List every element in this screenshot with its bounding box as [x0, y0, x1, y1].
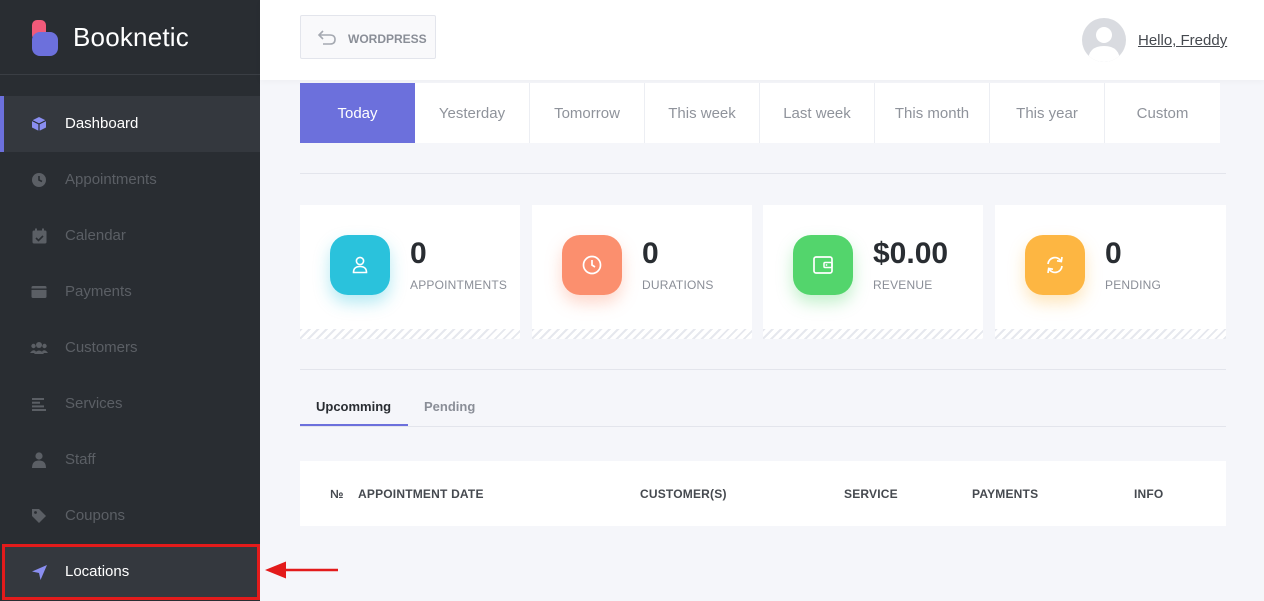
stat-value: 0	[410, 237, 427, 270]
stat-label: PENDING	[1105, 278, 1162, 292]
period-tab-this-year[interactable]: This year	[990, 83, 1105, 143]
sidebar-item-customers[interactable]: Customers	[0, 320, 260, 376]
stat-label: REVENUE	[873, 278, 933, 292]
app-name: Booknetic	[73, 22, 189, 52]
stat-label: APPOINTMENTS	[410, 278, 508, 292]
period-tab-this-month[interactable]: This month	[875, 83, 990, 143]
undo-arrow-icon	[317, 29, 337, 50]
column-header-customers[interactable]: CUSTOMER(S)	[640, 487, 727, 501]
sidebar-item-label: Locations	[65, 563, 130, 580]
tag-icon	[30, 507, 48, 525]
user-greeting-link[interactable]: Hello, Freddy	[1138, 32, 1227, 49]
card-stripes	[995, 329, 1226, 339]
divider	[300, 173, 1226, 174]
card-stripes	[532, 329, 752, 339]
users-icon	[30, 339, 48, 357]
sidebar-item-label: Dashboard	[65, 115, 139, 132]
stat-card-revenue: $0.00 REVENUE	[763, 205, 983, 339]
user-icon	[330, 235, 390, 295]
appointments-tabs: Upcomming Pending	[300, 387, 1226, 427]
period-tab-this-week[interactable]: This week	[645, 83, 760, 143]
card-stripes	[300, 329, 520, 339]
clock-icon	[30, 171, 48, 189]
sidebar-item-coupons[interactable]: Coupons	[0, 488, 260, 544]
stat-value: 0	[642, 237, 659, 270]
column-header-service[interactable]: SERVICE	[844, 487, 898, 501]
logo[interactable]: Booknetic	[0, 0, 260, 75]
sidebar-item-label: Payments	[65, 283, 132, 300]
sidebar-item-label: Customers	[65, 339, 138, 356]
wallet-icon	[793, 235, 853, 295]
sidebar-item-staff[interactable]: Staff	[0, 432, 260, 488]
back-button-label: WORDPRESS	[348, 32, 427, 46]
stat-card-pending: 0 PENDING	[995, 205, 1226, 339]
sidebar: Booknetic Dashboard Appointments Calenda…	[0, 0, 260, 601]
sidebar-item-label: Coupons	[65, 507, 126, 524]
stat-card-appointments: 0 APPOINTMENTS	[300, 205, 520, 339]
location-arrow-icon	[30, 563, 48, 581]
sidebar-item-payments[interactable]: Payments	[0, 264, 260, 320]
calendar-check-icon	[30, 227, 48, 245]
sidebar-nav: Dashboard Appointments Calendar Payments…	[0, 96, 260, 600]
user-icon	[30, 451, 48, 469]
cube-icon	[30, 115, 48, 133]
period-filter-tabs: Today Yesterday Tomorrow This week Last …	[300, 83, 1220, 143]
tab-upcomming[interactable]: Upcomming	[316, 399, 391, 414]
sidebar-item-label: Staff	[65, 451, 96, 468]
card-stripes	[763, 329, 983, 339]
annotation-arrow-icon	[265, 561, 338, 579]
stat-label: DURATIONS	[642, 278, 714, 292]
period-tab-today[interactable]: Today	[300, 83, 415, 143]
sidebar-item-label: Appointments	[65, 171, 157, 188]
avatar[interactable]	[1082, 18, 1126, 62]
stat-value: $0.00	[873, 237, 949, 270]
divider	[300, 369, 1226, 370]
stat-value: 0	[1105, 237, 1122, 270]
period-tab-custom[interactable]: Custom	[1105, 83, 1220, 143]
tab-pending[interactable]: Pending	[424, 399, 475, 414]
sidebar-item-locations[interactable]: Locations	[2, 544, 260, 600]
sidebar-item-dashboard[interactable]: Dashboard	[0, 96, 260, 152]
sidebar-item-services[interactable]: Services	[0, 376, 260, 432]
column-header-payments[interactable]: PAYMENTS	[972, 487, 1038, 501]
sidebar-item-calendar[interactable]: Calendar	[0, 208, 260, 264]
column-header-appointment-date[interactable]: APPOINTMENT DATE	[358, 487, 484, 501]
column-header-info[interactable]: INFO	[1134, 487, 1163, 501]
clock-icon	[562, 235, 622, 295]
appointments-table: № APPOINTMENT DATE CUSTOMER(S) SERVICE P…	[300, 461, 1226, 526]
sidebar-item-appointments[interactable]: Appointments	[0, 152, 260, 208]
column-header-number[interactable]: №	[330, 487, 344, 501]
sync-icon	[1025, 235, 1085, 295]
sidebar-item-label: Services	[65, 395, 123, 412]
list-icon	[30, 395, 48, 413]
stat-card-durations: 0 DURATIONS	[532, 205, 752, 339]
period-tab-last-week[interactable]: Last week	[760, 83, 875, 143]
wallet-icon	[30, 283, 48, 301]
top-header: WORDPRESS Hello, Freddy	[260, 0, 1264, 80]
active-tab-indicator	[300, 424, 408, 426]
period-tab-tomorrow[interactable]: Tomorrow	[530, 83, 645, 143]
sidebar-item-label: Calendar	[65, 227, 126, 244]
booknetic-logo-icon	[32, 20, 58, 56]
back-to-wordpress-button[interactable]: WORDPRESS	[300, 15, 436, 59]
period-tab-yesterday[interactable]: Yesterday	[415, 83, 530, 143]
